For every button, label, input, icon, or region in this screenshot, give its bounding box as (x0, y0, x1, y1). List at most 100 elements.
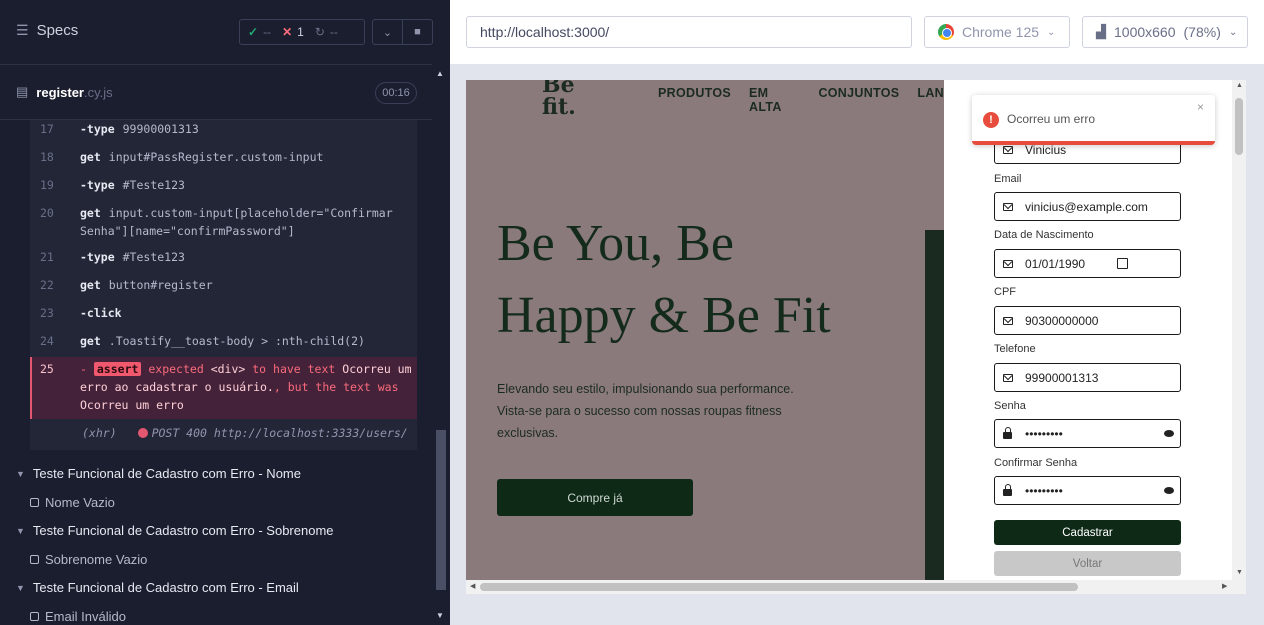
test-item[interactable]: Sobrenome Vazio (30, 552, 147, 567)
phone-label: Telefone (994, 343, 1036, 355)
spec-name: register (36, 84, 84, 100)
failed-count: 1 (297, 25, 304, 39)
email-field[interactable]: vinicius@example.com (994, 192, 1181, 221)
phone-field[interactable]: 99900001313 (994, 363, 1181, 392)
chevron-down-icon: ▼ (16, 525, 25, 536)
toast-message: Ocorreu um erro (1007, 112, 1096, 126)
specs-toggle[interactable]: ☰ Specs (16, 22, 78, 39)
command-number: 17 (40, 122, 54, 136)
email-value: vinicius@example.com (1025, 199, 1148, 214)
assert-error-row[interactable]: 25 - assert expected <div> to have text … (30, 357, 417, 419)
test-item[interactable]: Nome Vazio (30, 495, 115, 510)
app-under-test: Be fit. PRODUTOS EM ALTA CONJUNTOS LAN B… (466, 80, 1246, 594)
mail-icon (1003, 259, 1013, 268)
cpf-label: CPF (994, 286, 1016, 298)
pending-icon: ↻ (314, 25, 325, 39)
viewport-size: 1000x660 (1114, 24, 1176, 40)
stop-icon[interactable]: ■ (403, 20, 432, 44)
scrollbar-thumb[interactable] (480, 583, 1078, 591)
nav-em-alta[interactable]: EM ALTA (749, 86, 800, 114)
scrollbar-thumb[interactable] (436, 430, 446, 590)
test-status-icon (30, 555, 39, 564)
site-logo[interactable]: Be fit. (542, 80, 576, 118)
command-arg: button#register (108, 278, 213, 292)
scroll-down-icon[interactable]: ▼ (1236, 569, 1243, 576)
confirm-password-field[interactable]: ••••••••• (994, 476, 1181, 505)
test-item[interactable]: Email Inválido (30, 609, 126, 624)
chevron-down-icon: ⌄ (1228, 26, 1238, 38)
chrome-icon (938, 24, 954, 40)
fail-icon: ✕ (282, 25, 293, 39)
command-arg: .Toastify__toast-body > :nth-child(2) (108, 334, 365, 348)
password-field[interactable]: ••••••••• (994, 419, 1181, 448)
viewport-selector[interactable]: ▟ 1000x660 (78%) ⌄ (1082, 16, 1248, 48)
birth-field[interactable]: 01/01/1990 (994, 249, 1181, 278)
url-bar[interactable]: http://localhost:3000/ (466, 16, 912, 48)
error-dot-icon (137, 428, 148, 438)
xhr-label: (xhr) (82, 426, 117, 440)
runner-controls: ⌄ ■ (372, 19, 433, 45)
cpf-field[interactable]: 90300000000 (994, 306, 1181, 335)
runner-scrollbar[interactable]: ▲ ▼ (433, 65, 449, 625)
scroll-right-icon[interactable]: ▶ (1222, 582, 1227, 590)
headline-line: Be You, Be (497, 215, 734, 272)
error-text: expected (148, 362, 204, 376)
command-name: get (80, 278, 101, 292)
passed-count: -- (263, 25, 272, 39)
spec-duration: 00:16 (375, 82, 417, 104)
lock-icon (1003, 484, 1012, 496)
app-preview-panel: http://localhost:3000/ Chrome 125 ⌄ ▟ 10… (450, 0, 1264, 625)
buy-button[interactable]: Compre já (497, 479, 693, 516)
scroll-down-icon[interactable]: ▼ (436, 611, 444, 620)
suite-title[interactable]: ▼ Teste Funcional de Cadastro com Erro -… (16, 466, 301, 481)
eye-icon[interactable] (1164, 487, 1174, 494)
test-status-icon (30, 498, 39, 507)
calendar-icon[interactable] (1117, 258, 1128, 269)
nav-conjuntos[interactable]: CONJUNTOS (818, 86, 899, 114)
scroll-up-icon[interactable]: ▲ (436, 69, 444, 78)
app-horizontal-scrollbar[interactable]: ◀ ▶ (466, 580, 1246, 594)
suite-title[interactable]: ▼ Teste Funcional de Cadastro com Erro -… (16, 523, 334, 538)
error-toast: ! Ocorreu um erro × (972, 95, 1215, 145)
suite-label: Teste Funcional de Cadastro com Erro - S… (32, 523, 334, 538)
error-icon: ! (983, 112, 999, 128)
viewport-icon: ▟ (1096, 24, 1106, 39)
nav-lan[interactable]: LAN (917, 86, 944, 114)
command-name: -click (80, 306, 122, 320)
command-arg: #Teste123 (122, 178, 185, 192)
browser-selector[interactable]: Chrome 125 ⌄ (924, 16, 1070, 48)
lock-icon (1003, 427, 1012, 439)
eye-icon[interactable] (1164, 430, 1174, 437)
spec-ext: .cy.js (84, 84, 113, 100)
pending-count: -- (329, 25, 338, 39)
close-icon[interactable]: × (1197, 100, 1204, 114)
chevron-down-icon[interactable]: ⌄ (373, 20, 403, 44)
app-vertical-scrollbar[interactable]: ▲ ▼ (1232, 80, 1246, 580)
hero-section: Be fit. PRODUTOS EM ALTA CONJUNTOS LAN B… (466, 80, 945, 580)
scroll-left-icon[interactable]: ◀ (470, 582, 475, 590)
command-number: 25 (40, 362, 54, 376)
command-arg: input#PassRegister.custom-input (108, 150, 324, 164)
nav-produtos[interactable]: PRODUTOS (658, 86, 731, 114)
mail-icon (1003, 202, 1013, 211)
test-stats: ✓ -- ✕ 1 ↻ -- (239, 19, 365, 45)
cypress-runner-panel: ☰ Specs ✓ -- ✕ 1 ↻ -- ⌄ ■ ▤ register .cy.… (0, 0, 450, 625)
spec-file-header: ▤ register .cy.js 00:16 (0, 66, 432, 120)
hero-photo (925, 230, 945, 580)
scrollbar-thumb[interactable] (1235, 98, 1243, 155)
command-name: get (80, 206, 101, 220)
mail-icon (1003, 145, 1013, 154)
command-name: -type (80, 122, 115, 136)
specs-menu-icon: ☰ (16, 22, 29, 38)
command-arg: #Teste123 (122, 250, 185, 264)
chevron-down-icon: ⌄ (1047, 26, 1056, 38)
specs-header: ☰ Specs ✓ -- ✕ 1 ↻ -- ⌄ ■ (0, 0, 433, 65)
scroll-up-icon[interactable]: ▲ (1236, 82, 1243, 89)
suite-title[interactable]: ▼ Teste Funcional de Cadastro com Erro -… (16, 580, 299, 595)
command-number: 21 (40, 250, 54, 264)
back-button[interactable]: Voltar (994, 551, 1181, 576)
command-number: 24 (40, 334, 54, 348)
register-button[interactable]: Cadastrar (994, 520, 1181, 545)
spec-file-name[interactable]: ▤ register .cy.js (16, 84, 113, 100)
chevron-down-icon: ▼ (16, 582, 25, 593)
